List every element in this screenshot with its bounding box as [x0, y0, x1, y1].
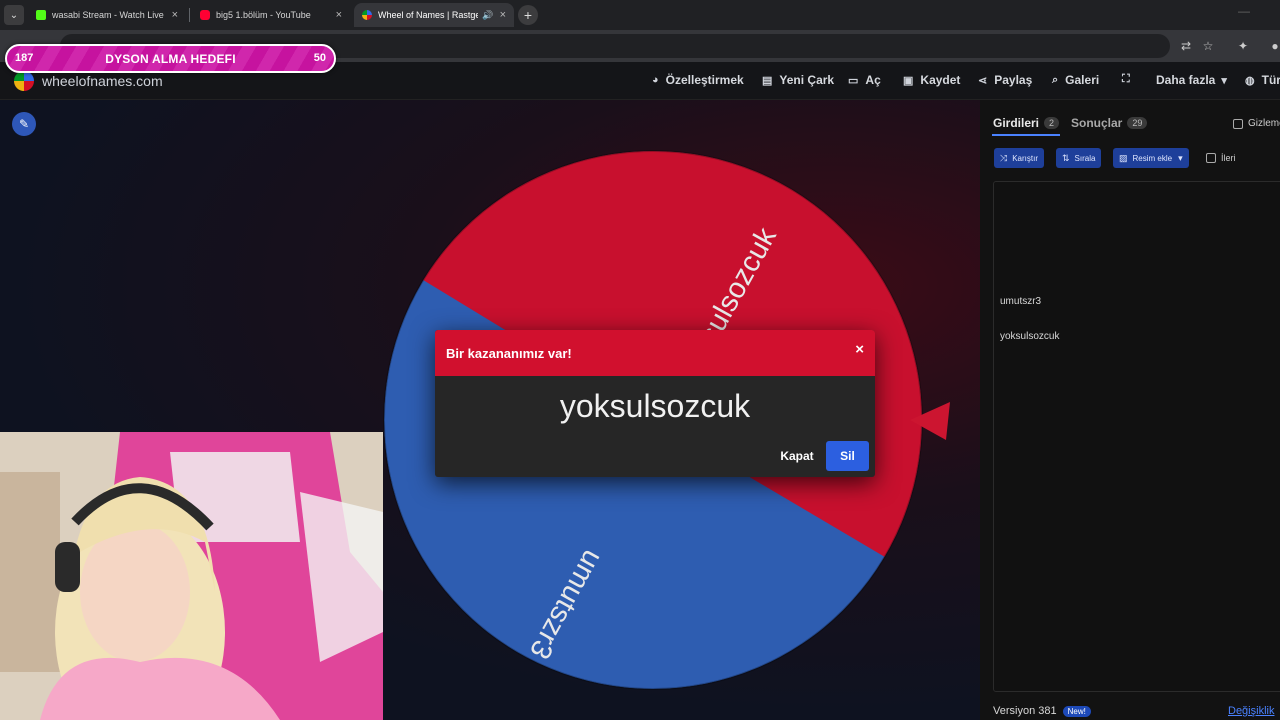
wheel-favicon-icon: [362, 10, 372, 20]
hide-toggle[interactable]: Gizleme: [1233, 118, 1280, 129]
nav-label: Paylaş: [994, 73, 1033, 87]
winner-name: yoksulsozcuk: [559, 388, 751, 424]
tab-title: wasabi Stream - Watch Live on: [52, 10, 166, 20]
profile-icon[interactable]: ●: [1266, 37, 1280, 55]
button-label: Resim ekle: [1132, 153, 1173, 163]
nav-label: Aç: [865, 73, 881, 87]
webcam-image: [0, 432, 383, 720]
youtube-favicon-icon: [200, 10, 210, 20]
advanced-toggle[interactable]: İleri: [1206, 153, 1236, 163]
entries-textarea[interactable]: [993, 181, 1280, 692]
nav-fullscreen[interactable]: ⛶: [1122, 73, 1137, 86]
image-icon: ▨: [1119, 152, 1128, 163]
nav-label: Tür: [1261, 73, 1280, 87]
nav-share[interactable]: ⋖ Paylaş: [978, 73, 1032, 87]
new-badge: New!: [1062, 705, 1091, 717]
tab-entries[interactable]: Girdileri 2: [993, 116, 1060, 130]
nav-label: Kaydet: [920, 73, 961, 87]
save-icon: ▣: [903, 74, 914, 87]
nav-save[interactable]: ▣ Kaydet: [903, 73, 960, 87]
checkbox-icon[interactable]: [1233, 118, 1243, 129]
close-button[interactable]: Kapat: [772, 442, 822, 470]
edit-pencil-icon[interactable]: ✎: [12, 112, 36, 136]
dialog-title: Bir kazananımız var!: [446, 346, 572, 361]
share-icon: ⋖: [978, 74, 988, 87]
version-info: Versiyon 381 New!: [993, 705, 1091, 717]
tab-label: Sonuçlar: [1071, 116, 1123, 130]
nav-gallery[interactable]: ⌕ Galeri: [1052, 73, 1099, 87]
goal-title: DYSON ALMA HEDEFI: [105, 52, 236, 66]
nav-label: Daha fazla: [1156, 73, 1216, 87]
extensions-icon[interactable]: ✦: [1234, 37, 1252, 55]
globe-icon: ◍: [1245, 74, 1255, 87]
tab-title: Wheel of Names | Rastgele: [378, 10, 479, 20]
kick-favicon-icon: [36, 10, 46, 20]
nav-more[interactable]: Daha fazla ▾: [1156, 73, 1234, 87]
palette-icon: ◕: [652, 74, 659, 86]
search-icon: ⌕: [1052, 73, 1059, 86]
results-count-badge: 29: [1127, 117, 1148, 129]
button-label: Karıştır: [1012, 153, 1038, 163]
browser-tab-kick[interactable]: wasabi Stream - Watch Live on ×: [28, 3, 186, 27]
delete-button[interactable]: Sil: [826, 441, 869, 471]
close-icon[interactable]: ×: [855, 341, 864, 358]
dialog-header: Bir kazananımız var! ×: [435, 330, 875, 376]
hide-label: Gizleme: [1248, 118, 1280, 129]
tab-close-icon[interactable]: ×: [500, 9, 506, 21]
shuffle-button[interactable]: ⤨ Karıştır: [994, 148, 1044, 168]
new-tab-button[interactable]: +: [518, 5, 538, 25]
speaker-icon[interactable]: 🔊: [482, 10, 493, 21]
nav-open[interactable]: ▭ Aç: [848, 73, 881, 87]
advanced-label: İleri: [1221, 153, 1236, 163]
active-tab-indicator: [992, 134, 1060, 136]
nav-language[interactable]: ◍ Tür: [1245, 73, 1280, 87]
sort-icon: ⇅: [1062, 152, 1070, 163]
file-icon: ▤: [762, 74, 773, 87]
nav-new-wheel[interactable]: ▤ Yeni Çark: [762, 73, 834, 87]
entry-item[interactable]: yoksulsozcuk: [1000, 331, 1059, 342]
shuffle-icon: ⤨: [1000, 152, 1008, 163]
translate-icon[interactable]: ⇄: [1177, 37, 1195, 55]
wheel-logo-icon[interactable]: [14, 71, 34, 91]
browser-tab-youtube[interactable]: big5 1.bölüm - YouTube ×: [192, 3, 350, 27]
sort-button[interactable]: ⇅ Sırala: [1056, 148, 1102, 168]
winner-dialog: Bir kazananımız var! × yoksulsozcuk Kapa…: [435, 330, 875, 477]
tab-separator: [189, 8, 190, 22]
tab-close-icon[interactable]: ×: [336, 9, 342, 21]
version-label: Versiyon 381: [993, 705, 1057, 717]
chevron-down-icon: ▾: [1221, 74, 1227, 87]
changelog-link[interactable]: Değişiklik: [1228, 705, 1274, 717]
stream-goal-bar: 187 DYSON ALMA HEDEFI 50: [5, 44, 336, 73]
folder-icon: ▭: [848, 74, 859, 87]
checkbox-icon[interactable]: [1206, 153, 1216, 163]
browser-tab-strip: ⌄ wasabi Stream - Watch Live on × big5 1…: [0, 0, 1280, 30]
site-name[interactable]: wheelofnames.com: [42, 73, 163, 89]
minimize-window-icon[interactable]: —: [1238, 4, 1250, 18]
tab-search-menu-button[interactable]: ⌄: [4, 5, 24, 25]
nav-label: Yeni Çark: [779, 73, 835, 87]
tab-close-icon[interactable]: ×: [172, 9, 178, 21]
browser-tab-wheel-of-names[interactable]: Wheel of Names | Rastgele 🔊 ×: [354, 3, 514, 27]
tab-label: Girdileri: [993, 116, 1040, 130]
nav-label: Özelleştirmek: [665, 73, 744, 87]
nav-label: Galeri: [1065, 73, 1100, 87]
nav-customize[interactable]: ◕ Özelleştirmek: [652, 73, 744, 87]
entries-count-badge: 2: [1044, 117, 1060, 129]
bookmark-star-icon[interactable]: ☆: [1199, 37, 1217, 55]
webcam-overlay: [0, 432, 383, 720]
add-image-button[interactable]: ▨ Resim ekle ▾: [1113, 148, 1189, 168]
fullscreen-icon: ⛶: [1122, 73, 1130, 85]
chevron-down-icon: ▾: [1178, 152, 1183, 163]
goal-target: 50: [313, 52, 326, 64]
button-label: Sırala: [1074, 153, 1096, 163]
tab-results[interactable]: Sonuçlar 29: [1071, 116, 1148, 130]
entry-item[interactable]: umutszr3: [1000, 296, 1041, 307]
tab-title: big5 1.bölüm - YouTube: [216, 10, 311, 20]
